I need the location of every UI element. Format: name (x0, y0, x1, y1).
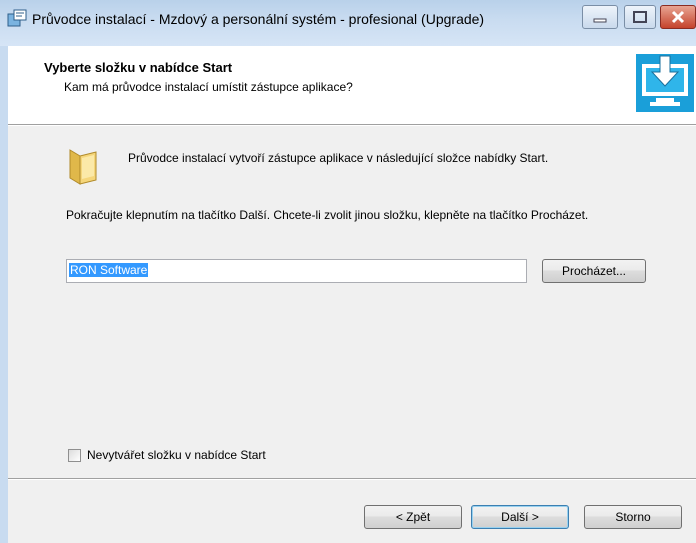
folder-value: RON Software (69, 263, 149, 277)
title-bar[interactable]: Průvodce instalací - Mzdový a personální… (0, 0, 696, 46)
browse-button[interactable]: Procházet... (542, 259, 646, 283)
back-button[interactable]: < Zpět (364, 505, 462, 529)
minimize-icon (593, 18, 607, 23)
wizard-header: Vyberte složku v nabídce Start Kam má pr… (8, 46, 696, 124)
close-button[interactable] (660, 5, 696, 29)
intro-text: Průvodce instalací vytvoří zástupce apli… (128, 151, 549, 165)
window-title: Průvodce instalací - Mzdový a personální… (32, 11, 485, 27)
page-title: Vyberte složku v nabídce Start (44, 60, 233, 75)
no-folder-checkbox-label[interactable]: Nevytvářet složku v nabídce Start (87, 448, 266, 462)
no-folder-option[interactable]: Nevytvářet složku v nabídce Start (68, 448, 266, 462)
maximize-icon (633, 11, 647, 23)
wizard-body (8, 126, 696, 478)
setup-icon (7, 9, 27, 27)
page-subtitle: Kam má průvodce instalací umístit zástup… (64, 80, 353, 94)
minimize-button[interactable] (582, 5, 618, 29)
folder-icon (69, 149, 97, 185)
window-frame-left (0, 0, 8, 543)
cancel-button[interactable]: Storno (584, 505, 682, 529)
next-button[interactable]: Další > (471, 505, 569, 529)
maximize-button[interactable] (624, 5, 656, 29)
start-menu-folder-input[interactable]: RON Software (66, 259, 527, 283)
close-icon (671, 10, 685, 24)
no-folder-checkbox[interactable] (68, 448, 81, 462)
install-monitor-icon (636, 54, 694, 112)
instruction-text: Pokračujte klepnutím na tlačítko Další. … (66, 208, 589, 222)
